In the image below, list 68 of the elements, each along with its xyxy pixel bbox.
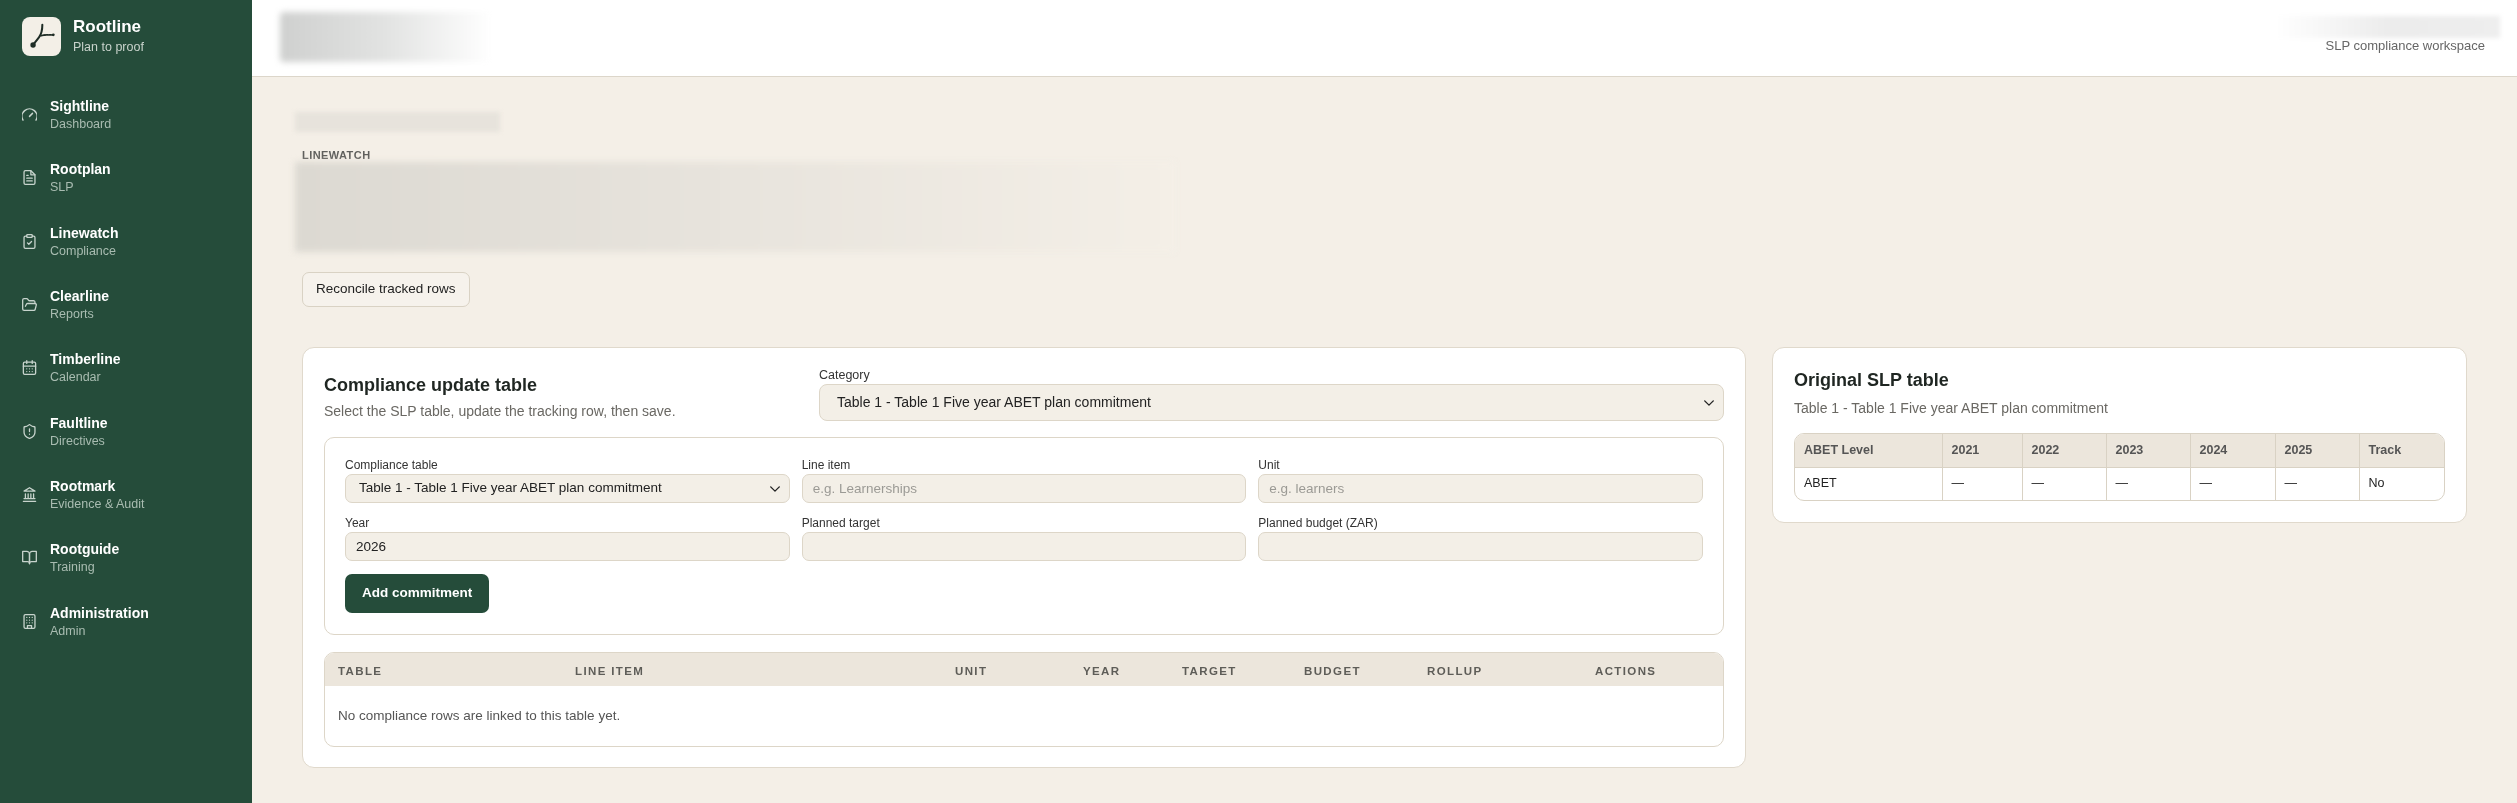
input-field[interactable]: 2026: [345, 532, 790, 561]
brand-tagline: Plan to proof: [73, 39, 144, 55]
table-cell: —: [2022, 467, 2106, 500]
column-header: 2021: [1942, 434, 2022, 467]
field-label: Compliance table: [345, 457, 439, 473]
field-label: Year: [345, 515, 371, 531]
column-header: 2022: [2022, 434, 2106, 467]
branch-logo-icon: [28, 23, 55, 50]
table-select[interactable]: Table 1 - Table 1 Five year ABET plan commitment: [345, 474, 790, 503]
column-header: UNIT: [955, 664, 988, 677]
clipboard-check-icon: [22, 233, 37, 249]
table-cell: No: [2359, 467, 2444, 500]
nav-item[interactable]: Sightline Dashboard: [0, 83, 252, 147]
nav-item[interactable]: Clearline Reports: [0, 272, 252, 337]
column-header: BUDGET: [1304, 664, 1361, 677]
table-cell: —: [2275, 467, 2359, 500]
input-field[interactable]: [801, 532, 1247, 561]
column-header: ACTIONS: [1595, 664, 1657, 677]
column-header: TABLE: [338, 664, 383, 677]
nav-item[interactable]: Linewatch Compliance: [0, 209, 252, 273]
open-book-icon: [22, 550, 37, 566]
column-header: LINE ITEM: [575, 664, 645, 677]
column-header: ROLLUP: [1427, 664, 1483, 677]
column-header: 2025: [2275, 434, 2359, 467]
column-header: 2023: [2106, 434, 2190, 467]
table-cell: —: [1942, 467, 2022, 500]
empty-state-message: No compliance rows are linked to this table yet.: [338, 706, 621, 725]
column-header: Track: [2359, 434, 2444, 467]
building-icon: [22, 613, 37, 629]
folder-icon: [22, 297, 37, 313]
nav-item[interactable]: Timberline Calendar: [0, 336, 252, 400]
table-cell: ABET: [1795, 467, 1942, 500]
input-field[interactable]: e.g. learners: [1258, 474, 1703, 503]
reconcile-button[interactable]: Reconcile tracked rows: [302, 272, 470, 307]
nav-item[interactable]: Faultline Directives: [0, 399, 252, 463]
document-icon: [22, 170, 37, 186]
field-label: Unit: [1258, 457, 1281, 473]
card-title: Compliance update table: [324, 374, 539, 397]
field-label: Planned budget (ZAR): [1258, 515, 1379, 531]
field-label: Line item: [801, 457, 852, 473]
landmark-icon: [22, 486, 37, 502]
table-cell: —: [2190, 467, 2275, 500]
nav-item[interactable]: Rootmark Evidence & Audit: [0, 462, 252, 527]
input-field[interactable]: e.g. Learnerships: [801, 474, 1247, 503]
shield-alert-icon: [22, 423, 37, 439]
column-header: TARGET: [1182, 664, 1237, 677]
workspace-label: SLP compliance workspace: [2325, 38, 2485, 54]
chevron-down-icon: [1704, 399, 1714, 406]
calendar-icon: [22, 360, 37, 376]
chevron-down-icon: [769, 485, 780, 492]
table-cell: —: [2106, 467, 2190, 500]
input-field[interactable]: [1258, 532, 1703, 561]
nav-item[interactable]: Rootguide Training: [0, 526, 252, 590]
add-commitment-button[interactable]: Add commitment: [345, 574, 490, 613]
gauge-icon: [22, 107, 37, 123]
card-description: Select the SLP table, update the tracking row, then save.: [324, 402, 676, 421]
nav-item[interactable]: Rootplan SLP: [0, 146, 252, 210]
field-label: Category: [819, 368, 871, 382]
card-title: Original SLP table: [1794, 369, 1950, 392]
card-subtitle: Table 1 - Table 1 Five year ABET plan commitment: [1794, 399, 2109, 418]
column-header: 2024: [2190, 434, 2275, 467]
nav-item[interactable]: Administration Admin: [0, 589, 252, 653]
category-select[interactable]: Table 1 - Table 1 Five year ABET plan commitment: [819, 384, 1724, 421]
field-label: Planned target: [801, 515, 881, 531]
column-header: ABET Level: [1795, 434, 1942, 467]
column-header: YEAR: [1083, 664, 1121, 677]
brand-name: Rootline: [73, 17, 142, 37]
section-eyebrow: LINEWATCH: [302, 148, 371, 162]
